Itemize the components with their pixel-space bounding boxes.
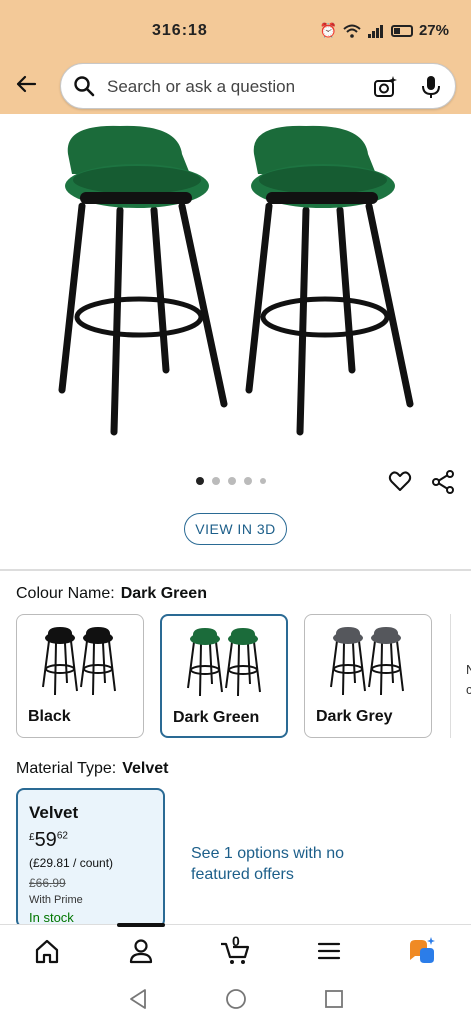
carousel-dot[interactable]: [212, 477, 220, 485]
signal-icon: [367, 24, 383, 38]
system-home-button[interactable]: [225, 988, 247, 1015]
status-bar: 316:18 ⏰ 27%: [0, 0, 471, 60]
triangle-back-icon: [130, 989, 146, 1009]
swatch-thumbnail: [330, 627, 404, 696]
view-in-3d-button[interactable]: VIEW IN 3D: [184, 513, 287, 545]
carousel-dot[interactable]: [260, 478, 266, 484]
swatch-more-partial[interactable]: N c: [450, 614, 471, 738]
search-input[interactable]: [105, 72, 369, 102]
swatch-dark-grey[interactable]: Dark Grey: [304, 614, 432, 738]
colour-selected-value: Dark Green: [120, 585, 207, 602]
alarm-icon: ⏰: [319, 22, 337, 38]
nav-rufus[interactable]: [406, 935, 440, 967]
rufus-icon: [410, 937, 435, 963]
share-button[interactable]: [431, 469, 455, 500]
share-icon: [432, 470, 454, 494]
system-back-button[interactable]: [128, 988, 148, 1015]
home-icon: [35, 939, 59, 964]
wifi-icon: [343, 24, 361, 38]
unit-price: (£29.81 / count): [29, 856, 114, 870]
price-whole: 59: [34, 829, 57, 851]
product-image: [58, 125, 414, 436]
price-currency: £: [29, 832, 35, 843]
system-recents-button[interactable]: [323, 988, 345, 1015]
carousel-dot[interactable]: [196, 477, 204, 485]
heart-icon: [388, 471, 412, 491]
swatch-thumbnail: [42, 627, 116, 696]
square-recents-icon: [325, 990, 343, 1008]
cart-count: 0: [232, 933, 240, 949]
battery-percent: 27%: [418, 22, 449, 39]
material-selected-value: Velvet: [122, 760, 169, 777]
material-option-name: Velvet: [29, 803, 79, 822]
menu-icon: [317, 942, 341, 960]
camera-sparkle-icon[interactable]: [373, 75, 399, 99]
swatch-black[interactable]: Black: [16, 614, 144, 738]
swatch-dark-green[interactable]: Dark Green: [160, 614, 288, 738]
swatch-thumbnail: [187, 628, 261, 697]
material-option-velvet[interactable]: Velvet £5962 (£29.81 / count) £66.99 Wit…: [16, 788, 165, 928]
swatch-label: Black: [28, 708, 71, 725]
status-time: 316:18: [152, 22, 208, 39]
carousel-dot[interactable]: [244, 477, 252, 485]
battery-icon: [390, 24, 413, 37]
nav-menu[interactable]: [312, 935, 346, 967]
swatch-more-text: N c: [466, 662, 471, 697]
colour-name-row: Colour Name: Dark Green: [16, 585, 207, 603]
section-divider: [0, 569, 471, 571]
was-price: £66.99: [29, 876, 66, 890]
account-icon: [129, 939, 153, 964]
image-carousel-dots[interactable]: [196, 477, 266, 485]
price-fraction: 62: [56, 830, 68, 842]
swatch-label: Dark Green: [173, 709, 260, 726]
bottom-navigation: 0: [0, 923, 471, 977]
product-image-gallery[interactable]: [0, 114, 471, 454]
search-header: [0, 60, 471, 114]
stock-status: In stock: [29, 910, 74, 925]
bar-stool-right: [245, 125, 414, 436]
price: £5962: [29, 829, 68, 852]
nav-account[interactable]: [124, 935, 158, 967]
bar-stool-left: [58, 125, 228, 436]
search-icon: [74, 76, 95, 97]
see-options-link[interactable]: See 1 options with no featured offers: [191, 843, 366, 885]
status-icons: ⏰ 27%: [320, 22, 449, 39]
material-label: Material Type:: [16, 760, 117, 777]
carousel-dot[interactable]: [228, 477, 236, 485]
search-bar[interactable]: [60, 63, 456, 109]
system-navigation-bar: [0, 976, 471, 1024]
colour-label: Colour Name:: [16, 585, 115, 602]
nav-cart[interactable]: 0: [218, 933, 252, 967]
nav-home[interactable]: [30, 935, 64, 967]
arrow-left-icon: [16, 75, 37, 93]
wishlist-button[interactable]: [388, 469, 412, 498]
circle-home-icon: [226, 989, 246, 1009]
material-type-row: Material Type: Velvet: [16, 760, 168, 778]
back-button[interactable]: [12, 72, 40, 100]
microphone-icon[interactable]: [421, 75, 441, 99]
active-tab-indicator: [117, 923, 165, 927]
swatch-label: Dark Grey: [316, 708, 393, 725]
prime-label: With Prime: [29, 894, 83, 906]
